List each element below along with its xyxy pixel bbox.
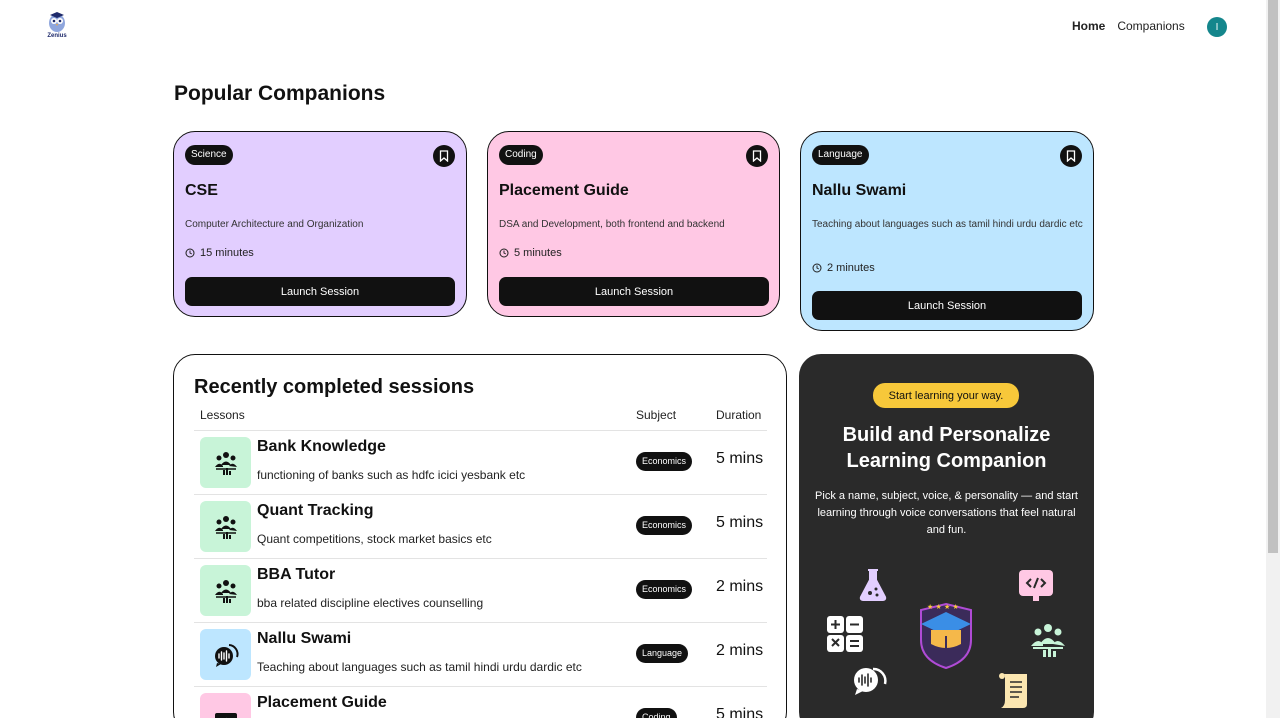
- table-row[interactable]: Placement Guide Coding 5 mins: [194, 687, 767, 718]
- flask-icon: [859, 569, 887, 601]
- companion-card-placement-guide: Coding Placement Guide DSA and Developme…: [487, 131, 780, 317]
- subject-badge: Language: [636, 644, 689, 663]
- companion-topic: DSA and Development, both frontend and b…: [499, 219, 725, 230]
- companion-name: Nallu Swami: [812, 182, 907, 199]
- lesson-duration: 5 mins: [716, 706, 764, 718]
- lesson-topic: functioning of banks such as hdfc icici …: [257, 468, 526, 482]
- companion-topic: Computer Architecture and Organization: [185, 219, 364, 230]
- people-growth-icon: [1031, 624, 1065, 657]
- col-duration: Duration: [716, 408, 762, 422]
- recent-sessions-panel: Recently completed sessions Lessons Subj…: [173, 354, 787, 718]
- subject-badge: Coding: [499, 145, 543, 165]
- cta-title: Build and Personalize Learning Companion: [799, 422, 1094, 474]
- nav-links: Home Companions: [1072, 19, 1185, 33]
- scrollbar-thumb[interactable]: [1268, 0, 1278, 553]
- companion-topic: Teaching about languages such as tamil h…: [812, 219, 1083, 230]
- user-avatar[interactable]: I: [1207, 17, 1227, 37]
- voice-chat-icon: [854, 667, 887, 695]
- companion-name: CSE: [185, 182, 218, 199]
- code-monitor-icon: [1019, 570, 1053, 601]
- table-row[interactable]: Bank Knowledge functioning of banks such…: [194, 431, 767, 495]
- create-companion-cta: Start learning your way. Build and Perso…: [799, 354, 1094, 718]
- lesson-topic: bba related discipline electives counsel…: [257, 596, 484, 610]
- lesson-duration: 2 mins: [716, 642, 764, 659]
- recent-sessions-title: Recently completed sessions: [194, 376, 475, 398]
- subject-badge: Economics: [636, 580, 693, 599]
- lesson-name: Quant Tracking: [257, 502, 374, 519]
- duration-text: 2 minutes: [827, 262, 875, 274]
- launch-session-button[interactable]: Launch Session: [499, 277, 769, 306]
- economics-icon: [200, 437, 251, 488]
- page-scrollbar[interactable]: [1266, 0, 1280, 718]
- subject-badge: Science: [185, 145, 233, 165]
- economics-icon: [200, 501, 251, 552]
- table-row[interactable]: Quant Tracking Quant competitions, stock…: [194, 495, 767, 559]
- navbar: Zenius Home Companions I: [0, 0, 1266, 54]
- zenius-logo[interactable]: Zenius: [44, 11, 70, 41]
- lesson-duration: 2 mins: [716, 578, 764, 595]
- cta-badge: Start learning your way.: [873, 383, 1019, 408]
- launch-session-button[interactable]: Launch Session: [812, 291, 1082, 320]
- bookmark-button[interactable]: [1060, 145, 1082, 167]
- owl-logo-icon: [49, 12, 65, 32]
- calculator-icon: [827, 616, 863, 652]
- lesson-topic: Teaching about languages such as tamil h…: [257, 660, 582, 674]
- col-subject: Subject: [636, 408, 677, 422]
- language-icon: [200, 629, 251, 680]
- coding-icon: [200, 693, 251, 718]
- popular-companions-title: Popular Companions: [174, 82, 386, 105]
- bookmark-button[interactable]: [433, 145, 455, 167]
- duration-row: 15 minutes: [185, 247, 254, 259]
- table-row[interactable]: Nallu Swami Teaching about languages suc…: [194, 623, 767, 687]
- clock-icon: [812, 263, 822, 273]
- bookmark-button[interactable]: [746, 145, 768, 167]
- duration-row: 2 minutes: [812, 262, 875, 274]
- launch-session-button[interactable]: Launch Session: [185, 277, 455, 306]
- table-header: Lessons Subject Duration: [194, 405, 767, 431]
- lesson-duration: 5 mins: [716, 514, 764, 531]
- duration-text: 15 minutes: [200, 247, 254, 259]
- col-lessons: Lessons: [200, 408, 245, 422]
- companion-card-nallu-swami: Language Nallu Swami Teaching about lang…: [800, 131, 1094, 331]
- subject-badge: Coding: [636, 708, 677, 718]
- bookmark-icon: [752, 150, 762, 162]
- graduation-shield-icon: ★ ★ ★ ★: [920, 602, 972, 670]
- bookmark-icon: [439, 150, 449, 162]
- bookmark-icon: [1066, 150, 1076, 162]
- subject-badge: Language: [812, 145, 869, 165]
- duration-text: 5 minutes: [514, 247, 562, 259]
- lesson-topic: Quant competitions, stock market basics …: [257, 532, 492, 546]
- lesson-name: Placement Guide: [257, 694, 387, 711]
- lesson-name: Nallu Swami: [257, 630, 352, 647]
- cta-title-line2: Learning Companion: [846, 450, 1047, 472]
- cta-title-line1: Build and Personalize: [842, 424, 1051, 446]
- scroll-icon: [999, 673, 1027, 708]
- lesson-duration: 5 mins: [716, 450, 764, 467]
- companion-card-cse: Science CSE Computer Architecture and Or…: [173, 131, 467, 317]
- clock-icon: [499, 248, 509, 258]
- companion-name: Placement Guide: [499, 182, 629, 199]
- duration-row: 5 minutes: [499, 247, 562, 259]
- nav-home[interactable]: Home: [1072, 19, 1105, 33]
- subject-badge: Economics: [636, 452, 693, 471]
- nav-companions[interactable]: Companions: [1117, 19, 1184, 33]
- economics-icon: [200, 565, 251, 616]
- svg-text:★ ★ ★ ★: ★ ★ ★ ★: [927, 603, 959, 611]
- clock-icon: [185, 248, 195, 258]
- lesson-name: BBA Tutor: [257, 566, 336, 583]
- sessions-table[interactable]: Lessons Subject Duration Bank Knowledge …: [194, 405, 767, 718]
- logo-text: Zenius: [47, 33, 67, 39]
- cta-description: Pick a name, subject, voice, & personali…: [815, 490, 1078, 536]
- table-row[interactable]: BBA Tutor bba related discipline electiv…: [194, 559, 767, 623]
- subject-badge: Economics: [636, 516, 693, 535]
- lesson-name: Bank Knowledge: [257, 438, 386, 455]
